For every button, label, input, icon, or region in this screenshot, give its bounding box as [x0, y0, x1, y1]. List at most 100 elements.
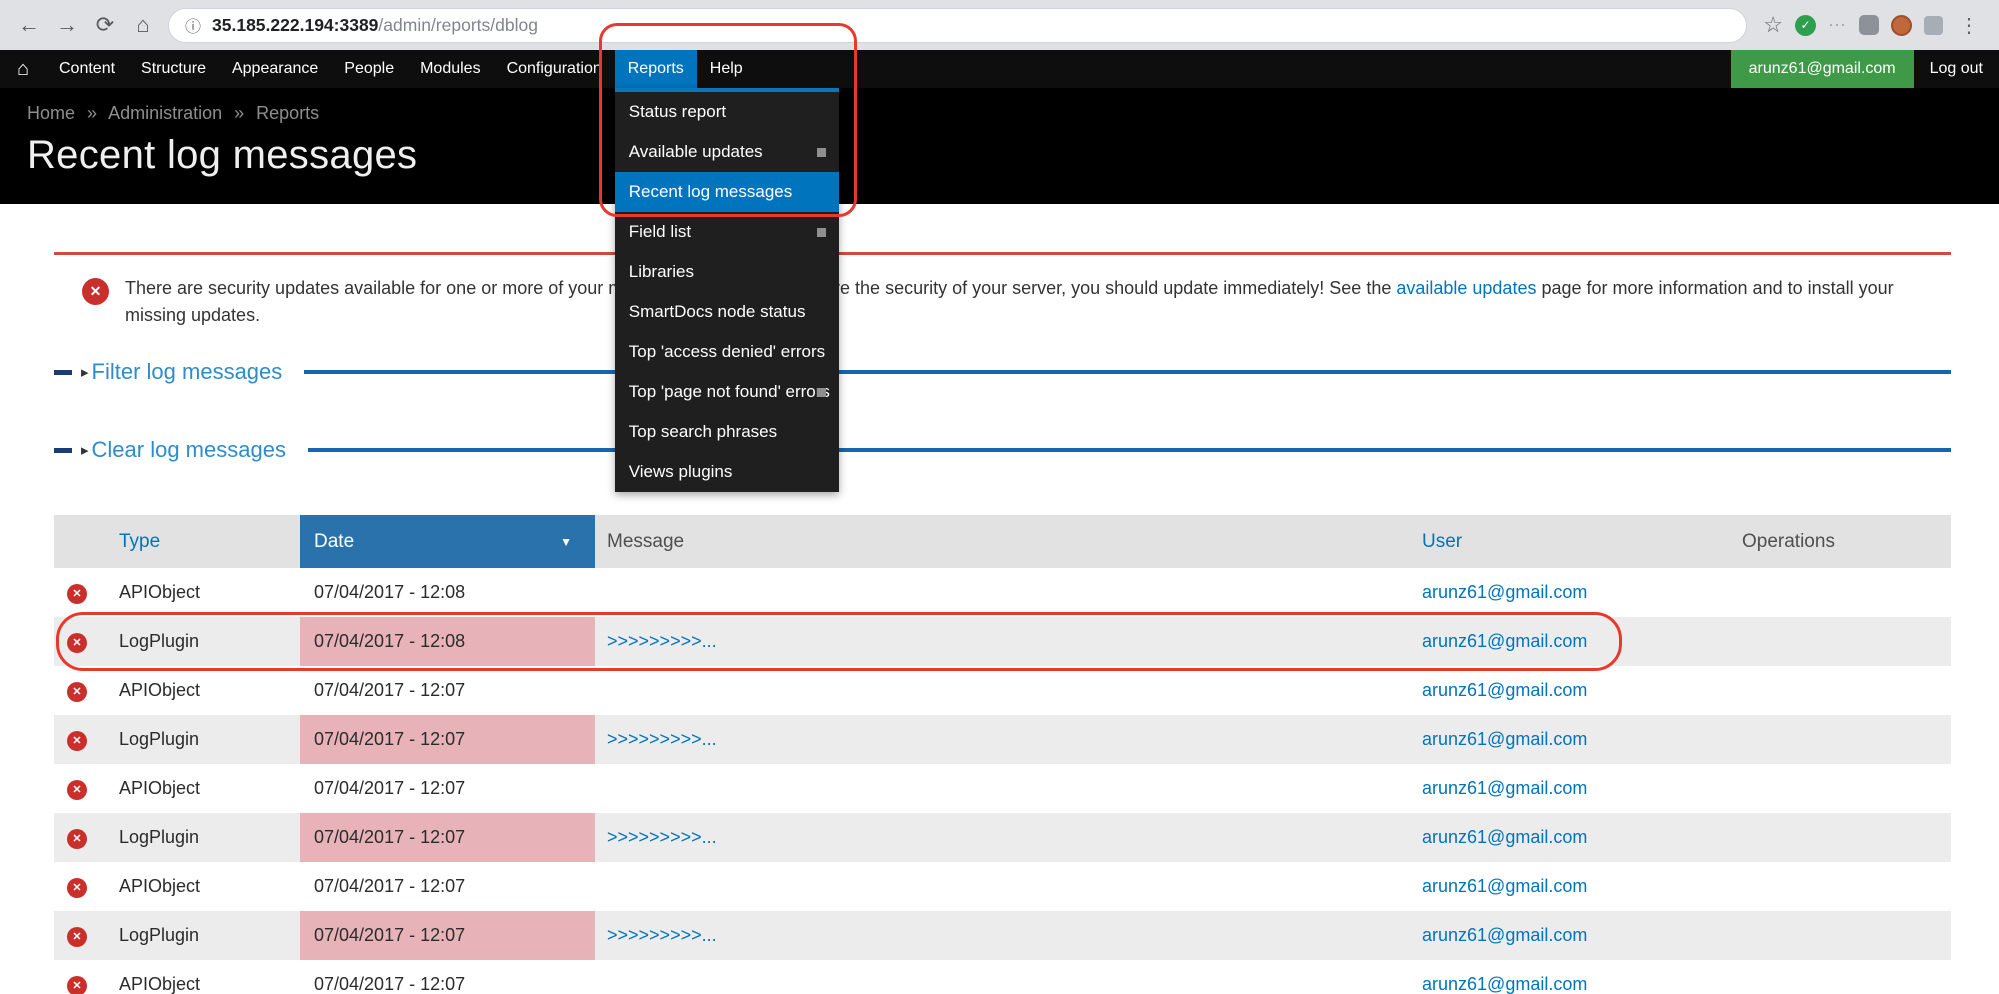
dots-extension-icon[interactable]: ⋯	[1828, 15, 1847, 36]
bookmark-star-icon[interactable]: ☆	[1763, 12, 1783, 38]
log-user-link[interactable]: arunz61@gmail.com	[1422, 925, 1587, 945]
browser-menu-icon[interactable]: ⋮	[1955, 13, 1983, 38]
reload-icon[interactable]: ⟳	[86, 6, 124, 44]
log-user-link[interactable]: arunz61@gmail.com	[1422, 729, 1587, 749]
log-operations-cell	[1715, 960, 1951, 994]
reports-menu-item[interactable]: Available updates	[615, 132, 839, 172]
logout-button[interactable]: Log out	[1914, 50, 1999, 88]
log-user-link[interactable]: arunz61@gmail.com	[1422, 827, 1587, 847]
forward-icon[interactable]: →	[48, 6, 86, 44]
severity-cell: ✕	[54, 666, 96, 715]
reports-menu-item[interactable]: Libraries	[615, 252, 839, 292]
breadcrumb-administration-link[interactable]: Administration	[108, 103, 222, 123]
log-type-cell: LogPlugin	[96, 813, 300, 862]
header-user[interactable]: User	[1400, 515, 1715, 568]
reports-menu-item[interactable]: SmartDocs node status	[615, 292, 839, 332]
square-extension-icon[interactable]	[1924, 16, 1943, 35]
log-user-link[interactable]: arunz61@gmail.com	[1422, 680, 1587, 700]
log-user-link[interactable]: arunz61@gmail.com	[1422, 876, 1587, 896]
toolbar-item-reports[interactable]: Reports Status reportAvailable updatesRe…	[615, 50, 697, 88]
toolbar-item-structure[interactable]: Structure	[128, 50, 219, 88]
reports-menu-item[interactable]: Recent log messages	[615, 172, 839, 212]
log-user-link[interactable]: arunz61@gmail.com	[1422, 582, 1587, 602]
toolbar-home-icon[interactable]: ⌂	[0, 50, 46, 88]
available-updates-link[interactable]: available updates	[1396, 278, 1536, 298]
log-message-link[interactable]: >>>>>>>>>...	[607, 631, 717, 651]
header-type[interactable]: Type	[96, 515, 300, 568]
reports-menu-item[interactable]: Top search phrases	[615, 412, 839, 452]
log-operations-cell	[1715, 568, 1951, 617]
collapsed-arrow-icon: ▸	[81, 441, 89, 459]
toolbar-item-modules[interactable]: Modules	[407, 50, 493, 88]
log-table-row: ✕APIObject07/04/2017 - 12:07arunz61@gmai…	[54, 862, 1951, 911]
reports-menu-item[interactable]: Status report	[615, 92, 839, 132]
toolbar-item-appearance[interactable]: Appearance	[219, 50, 331, 88]
header-severity-column	[54, 515, 96, 568]
log-user-link[interactable]: arunz61@gmail.com	[1422, 778, 1587, 798]
log-message-cell	[595, 666, 1400, 715]
filter-log-messages-toggle[interactable]: Filter log messages	[92, 359, 283, 385]
header-message: Message	[595, 515, 1400, 568]
error-status-icon: ✕	[67, 927, 87, 947]
log-operations-cell	[1715, 911, 1951, 960]
error-status-icon: ✕	[67, 584, 87, 604]
back-icon[interactable]: ←	[10, 6, 48, 44]
account-button[interactable]: arunz61@gmail.com	[1731, 50, 1914, 88]
log-user-cell: arunz61@gmail.com	[1400, 960, 1715, 994]
log-message-link[interactable]: >>>>>>>>>...	[607, 925, 717, 945]
severity-cell: ✕	[54, 911, 96, 960]
severity-cell: ✕	[54, 617, 96, 666]
reports-menu-item[interactable]: Top 'page not found' errors	[615, 372, 839, 412]
collapsed-arrow-icon: ▸	[81, 363, 89, 381]
breadcrumb: Home » Administration » Reports	[27, 103, 1999, 124]
error-status-icon: ✕	[67, 780, 87, 800]
clear-log-messages-toggle[interactable]: Clear log messages	[92, 437, 286, 463]
log-user-cell: arunz61@gmail.com	[1400, 715, 1715, 764]
toolbar-item-people[interactable]: People	[331, 50, 407, 88]
log-message-cell: >>>>>>>>>...	[595, 617, 1400, 666]
breadcrumb-separator: »	[234, 103, 244, 123]
reports-menu-item[interactable]: Top 'access denied' errors	[615, 332, 839, 372]
log-table-row: ✕LogPlugin07/04/2017 - 12:07>>>>>>>>>...…	[54, 911, 1951, 960]
reports-menu-item-label: Top 'page not found' errors	[629, 382, 830, 401]
menu-badge-icon	[817, 388, 826, 397]
log-table-row: ✕LogPlugin07/04/2017 - 12:07 >>>>>>>>>...…	[54, 813, 1951, 862]
page-header: Home » Administration » Reports Recent l…	[0, 88, 1999, 204]
browser-chrome: ← → ⟳ ⌂ ⓘ 35.185.222.194:3389 /admin/rep…	[0, 0, 1999, 50]
log-message-cell	[595, 960, 1400, 994]
log-user-link[interactable]: arunz61@gmail.com	[1422, 631, 1587, 651]
toolbar-item-content[interactable]: Content	[46, 50, 128, 88]
reports-menu-item[interactable]: Views plugins	[615, 452, 839, 492]
log-table-row: ✕APIObject07/04/2017 - 12:08arunz61@gmai…	[54, 568, 1951, 617]
log-message-link[interactable]: >>>>>>>>>...	[607, 729, 717, 749]
log-type-cell: LogPlugin	[96, 715, 300, 764]
error-icon: ✕	[82, 278, 109, 305]
log-user-cell: arunz61@gmail.com	[1400, 813, 1715, 862]
log-date-cell: 07/04/2017 - 12:08	[300, 617, 595, 666]
page-info-icon[interactable]: ⓘ	[185, 13, 201, 37]
url-bar[interactable]: ⓘ 35.185.222.194:3389 /admin/reports/dbl…	[168, 8, 1747, 43]
reports-menu-item-label: Available updates	[629, 142, 763, 161]
reports-menu-item[interactable]: Field list	[615, 212, 839, 252]
reports-menu-item-label: Field list	[629, 222, 691, 241]
browser-home-icon[interactable]: ⌂	[124, 6, 162, 44]
toolbar-spacer	[756, 50, 1731, 88]
header-date[interactable]: Date ▼	[300, 515, 595, 568]
log-message-link[interactable]: >>>>>>>>>...	[607, 827, 717, 847]
log-user-link[interactable]: arunz61@gmail.com	[1422, 974, 1587, 994]
green-check-extension-icon[interactable]: ✓	[1795, 15, 1816, 36]
log-date-cell: 07/04/2017 - 12:07	[300, 813, 595, 862]
severity-cell: ✕	[54, 813, 96, 862]
toolbar-item-help[interactable]: Help	[697, 50, 756, 88]
log-date-cell: 07/04/2017 - 12:07	[300, 862, 595, 911]
log-date-cell: 07/04/2017 - 12:07	[300, 764, 595, 813]
toolbar-item-configuration[interactable]: Configuration	[494, 50, 615, 88]
menu-badge-icon	[817, 228, 826, 237]
breadcrumb-reports-link[interactable]: Reports	[256, 103, 319, 123]
log-table-body: ✕APIObject07/04/2017 - 12:08arunz61@gmai…	[54, 568, 1951, 994]
collapse-dash-icon	[54, 448, 72, 453]
orange-extension-icon[interactable]	[1891, 15, 1912, 36]
breadcrumb-home-link[interactable]: Home	[27, 103, 75, 123]
reports-menu-item-label: Top search phrases	[629, 422, 777, 441]
gray-extension-icon[interactable]	[1859, 15, 1879, 35]
